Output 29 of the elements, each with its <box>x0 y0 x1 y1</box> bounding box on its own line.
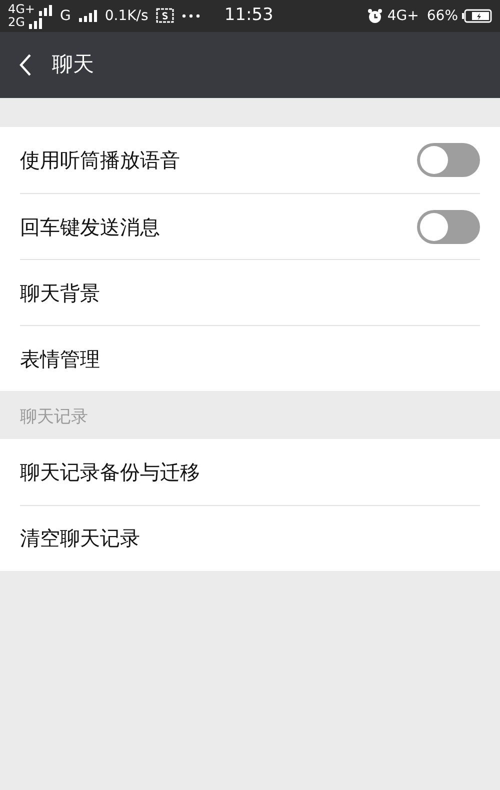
network-label: 4G+ <box>387 6 419 26</box>
setting-label: 清空聊天记录 <box>20 525 140 552</box>
page-title: 聊天 <box>52 51 94 78</box>
network-label: G <box>60 6 71 26</box>
signal-icon <box>39 4 52 16</box>
setting-label: 回车键发送消息 <box>20 214 160 240</box>
screenshot-icon <box>156 8 174 24</box>
setting-row[interactable]: 表情管理 <box>0 325 500 391</box>
section-header: 聊天记录 <box>19 406 89 429</box>
setting-label: 聊天背景 <box>20 280 100 306</box>
signal-icon <box>78 10 97 22</box>
toggle-switch[interactable] <box>417 210 480 244</box>
battery-percent: 66% <box>426 6 458 26</box>
toggle-switch[interactable] <box>417 143 480 177</box>
battery-icon <box>462 9 492 23</box>
alarm-icon <box>367 8 384 24</box>
network-label: 4G+ <box>8 3 35 16</box>
more-icon <box>182 14 200 18</box>
back-icon[interactable] <box>18 53 32 77</box>
setting-label: 表情管理 <box>20 346 100 372</box>
network-label: 2G <box>8 16 25 29</box>
setting-row[interactable]: 聊天背景 <box>0 259 500 325</box>
speed-text: 0.1K/s <box>104 6 148 26</box>
time-text: 11:53 <box>224 4 274 28</box>
setting-row[interactable]: 聊天记录备份与迁移 <box>0 438 500 504</box>
setting-label: 使用听筒播放语音 <box>20 147 180 174</box>
setting-row[interactable]: 清空聊天记录 <box>0 504 500 570</box>
setting-label: 聊天记录备份与迁移 <box>20 458 200 486</box>
signal-icon <box>28 16 42 28</box>
